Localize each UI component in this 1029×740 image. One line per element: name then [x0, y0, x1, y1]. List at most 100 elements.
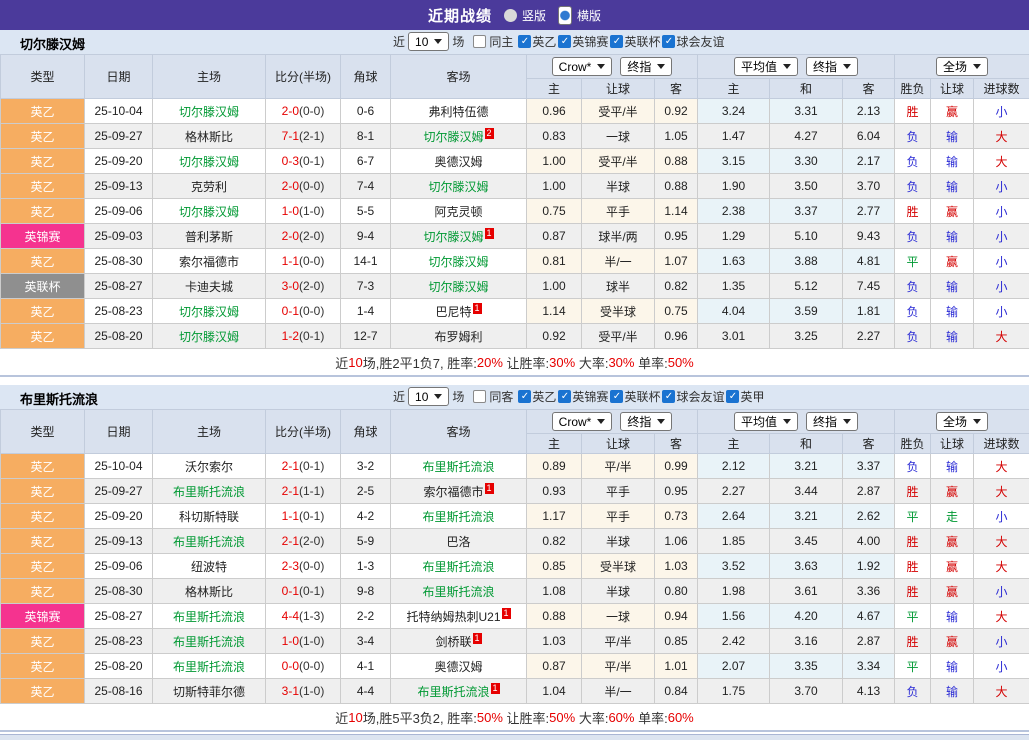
match-score[interactable]: 1-2(0-1): [266, 324, 341, 349]
team-name-link[interactable]: 布里斯托流浪: [422, 560, 494, 574]
team-name-link[interactable]: 切尔滕汉姆: [423, 230, 483, 244]
home-team[interactable]: 格林斯比: [153, 124, 266, 149]
team-name-link[interactable]: 布里斯托流浪: [173, 635, 245, 649]
odds-stage-select-1[interactable]: 终指: [620, 412, 672, 431]
away-team[interactable]: 布里斯托流浪: [391, 454, 527, 479]
match-score[interactable]: 0-0(0-0): [266, 654, 341, 679]
team-name-link[interactable]: 切尔滕汉姆: [428, 255, 488, 269]
away-team[interactable]: 布里斯托流浪: [391, 579, 527, 604]
match-score[interactable]: 2-1(1-1): [266, 479, 341, 504]
odds-stage-select-2[interactable]: 终指: [806, 412, 858, 431]
match-score[interactable]: 0-1(0-1): [266, 579, 341, 604]
team-name-link[interactable]: 布里斯托流浪: [422, 460, 494, 474]
team-name-link[interactable]: 布里斯托流浪: [417, 685, 489, 699]
team-name-link[interactable]: 切尔滕汉姆: [428, 180, 488, 194]
home-team[interactable]: 切尔滕汉姆: [153, 99, 266, 124]
home-team[interactable]: 格林斯比: [153, 579, 266, 604]
match-score[interactable]: 0-3(0-1): [266, 149, 341, 174]
radio-vertical-icon[interactable]: [504, 9, 517, 22]
home-team[interactable]: 卡迪夫城: [153, 274, 266, 299]
team-name-link[interactable]: 剑桥联: [435, 635, 471, 649]
match-score[interactable]: 3-0(2-0): [266, 274, 341, 299]
away-team[interactable]: 切尔滕汉姆1: [391, 224, 527, 249]
team-name-link[interactable]: 布里斯托流浪: [173, 610, 245, 624]
average-select[interactable]: 平均值: [734, 412, 798, 431]
away-team[interactable]: 巴洛: [391, 529, 527, 554]
team-name-link[interactable]: 沃尔索尔: [185, 460, 233, 474]
same-venue-checkbox[interactable]: [473, 390, 486, 403]
match-score[interactable]: 1-0(1-0): [266, 199, 341, 224]
team-name-link[interactable]: 布里斯托流浪: [422, 585, 494, 599]
home-team[interactable]: 布里斯托流浪: [153, 654, 266, 679]
away-team[interactable]: 布罗姆利: [391, 324, 527, 349]
match-score[interactable]: 7-1(2-1): [266, 124, 341, 149]
home-team[interactable]: 切尔滕汉姆: [153, 299, 266, 324]
team-name-link[interactable]: 托特纳姆热刺U21: [406, 610, 500, 624]
team-name-link[interactable]: 格林斯比: [185, 130, 233, 144]
team-name-link[interactable]: 切尔滕汉姆: [179, 105, 239, 119]
away-team[interactable]: 奥德汉姆: [391, 149, 527, 174]
same-venue-checkbox[interactable]: [473, 35, 486, 48]
match-count-select[interactable]: 10: [408, 387, 449, 406]
match-score[interactable]: 2-1(0-1): [266, 454, 341, 479]
team-name-link[interactable]: 巴尼特: [435, 305, 471, 319]
match-score[interactable]: 1-0(1-0): [266, 629, 341, 654]
team-name-link[interactable]: 克劳利: [191, 180, 227, 194]
home-team[interactable]: 切尔滕汉姆: [153, 324, 266, 349]
match-score[interactable]: 2-3(0-0): [266, 554, 341, 579]
team-name-link[interactable]: 卡迪夫城: [185, 280, 233, 294]
match-score[interactable]: 2-0(0-0): [266, 174, 341, 199]
away-team[interactable]: 索尔福德市1: [391, 479, 527, 504]
home-team[interactable]: 布里斯托流浪: [153, 529, 266, 554]
team-name-link[interactable]: 布罗姆利: [434, 330, 482, 344]
team-name-link[interactable]: 布里斯托流浪: [173, 535, 245, 549]
team-name-link[interactable]: 奥德汉姆: [434, 155, 482, 169]
home-team[interactable]: 布里斯托流浪: [153, 604, 266, 629]
match-score[interactable]: 3-1(1-0): [266, 679, 341, 704]
league-checkbox[interactable]: ✓: [518, 35, 531, 48]
home-team[interactable]: 纽波特: [153, 554, 266, 579]
team-name-link[interactable]: 索尔福德市: [423, 485, 483, 499]
team-name-link[interactable]: 格林斯比: [185, 585, 233, 599]
home-team[interactable]: 索尔福德市: [153, 249, 266, 274]
home-team[interactable]: 克劳利: [153, 174, 266, 199]
home-team[interactable]: 普利茅斯: [153, 224, 266, 249]
team-name-link[interactable]: 切斯特菲尔德: [173, 685, 245, 699]
team-name-link[interactable]: 切尔滕汉姆: [179, 205, 239, 219]
odds-stage-select-1[interactable]: 终指: [620, 57, 672, 76]
match-count-select[interactable]: 10: [408, 32, 449, 51]
home-team[interactable]: 沃尔索尔: [153, 454, 266, 479]
team-name-link[interactable]: 科切斯特联: [179, 510, 239, 524]
team-name-link[interactable]: 阿克灵顿: [434, 205, 482, 219]
team-name-link[interactable]: 切尔滕汉姆: [179, 305, 239, 319]
home-team[interactable]: 布里斯托流浪: [153, 629, 266, 654]
team-name-link[interactable]: 布里斯托流浪: [173, 660, 245, 674]
layout-option-vertical[interactable]: 竖版: [504, 7, 546, 24]
away-team[interactable]: 巴尼特1: [391, 299, 527, 324]
bookmaker-select[interactable]: Crow*: [552, 412, 613, 431]
home-team[interactable]: 切斯特菲尔德: [153, 679, 266, 704]
team-name-link[interactable]: 布里斯托流浪: [173, 485, 245, 499]
away-team[interactable]: 切尔滕汉姆: [391, 249, 527, 274]
league-checkbox[interactable]: ✓: [518, 390, 531, 403]
away-team[interactable]: 奥德汉姆: [391, 654, 527, 679]
home-team[interactable]: 切尔滕汉姆: [153, 199, 266, 224]
away-team[interactable]: 布里斯托流浪: [391, 504, 527, 529]
team-name-link[interactable]: 切尔滕汉姆: [179, 330, 239, 344]
match-score[interactable]: 4-4(1-3): [266, 604, 341, 629]
match-score[interactable]: 1-1(0-1): [266, 504, 341, 529]
team-name-link[interactable]: 索尔福德市: [179, 255, 239, 269]
team-name-link[interactable]: 普利茅斯: [185, 230, 233, 244]
match-score[interactable]: 2-0(2-0): [266, 224, 341, 249]
team-name-link[interactable]: 纽波特: [191, 560, 227, 574]
away-team[interactable]: 布里斯托流浪1: [391, 679, 527, 704]
average-select[interactable]: 平均值: [734, 57, 798, 76]
league-checkbox[interactable]: ✓: [558, 35, 571, 48]
away-team[interactable]: 托特纳姆热刺U211: [391, 604, 527, 629]
fulltime-select[interactable]: 全场: [936, 412, 988, 431]
match-score[interactable]: 2-1(2-0): [266, 529, 341, 554]
match-score[interactable]: 1-1(0-0): [266, 249, 341, 274]
away-team[interactable]: 弗利特伍德: [391, 99, 527, 124]
fulltime-select[interactable]: 全场: [936, 57, 988, 76]
away-team[interactable]: 切尔滕汉姆2: [391, 124, 527, 149]
